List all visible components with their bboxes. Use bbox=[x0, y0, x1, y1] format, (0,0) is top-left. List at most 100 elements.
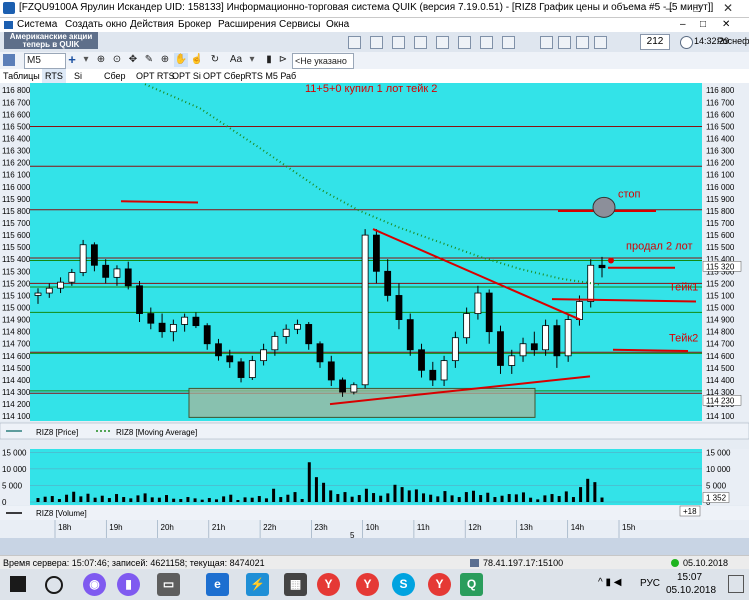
volume-tick-left: 15 000 bbox=[2, 448, 27, 457]
rotate-icon[interactable]: ↻ bbox=[208, 53, 222, 67]
volume-bar bbox=[564, 491, 568, 502]
y-tick-left: 115 600 bbox=[2, 231, 31, 240]
restore-button[interactable]: □ bbox=[683, 0, 711, 17]
hand-icon[interactable]: ✋ bbox=[174, 53, 188, 67]
notifications-icon[interactable] bbox=[728, 575, 744, 593]
menu-system[interactable]: Система bbox=[17, 18, 57, 32]
quik-taskbar-icon[interactable]: Q bbox=[460, 573, 483, 596]
tab-rts-m5[interactable]: RTS M5 Раб bbox=[245, 69, 296, 83]
network-icon bbox=[470, 559, 479, 567]
candle bbox=[497, 331, 504, 366]
volume-bar bbox=[186, 497, 190, 502]
volume-bar bbox=[100, 495, 104, 502]
toolbar-trade-icon[interactable] bbox=[436, 36, 449, 49]
menu-actions[interactable]: Действия bbox=[130, 18, 174, 32]
toolbar-stop-icon[interactable] bbox=[458, 36, 471, 49]
crosshair-icon[interactable]: ⊕ bbox=[94, 53, 108, 67]
minimize-button[interactable]: – bbox=[655, 0, 683, 17]
language-indicator[interactable]: РУС bbox=[640, 578, 660, 589]
tab-opt-si[interactable]: OPT Si bbox=[172, 69, 201, 83]
y-tick-right: 114 500 bbox=[706, 364, 735, 373]
volume-bar bbox=[407, 490, 411, 502]
y-tick-left: 114 200 bbox=[2, 400, 31, 409]
candle bbox=[406, 319, 414, 351]
menu-windows[interactable]: Окна bbox=[326, 18, 349, 32]
time-tick-label: 11h bbox=[417, 523, 430, 532]
yandex-browser3-icon[interactable]: Y bbox=[428, 573, 451, 596]
tab-tables[interactable]: Таблицы bbox=[3, 69, 40, 83]
filter-funnel-icon[interactable]: ⊳ bbox=[278, 53, 288, 67]
toolbar-table-icon[interactable] bbox=[348, 36, 361, 49]
toolbar-settings-icon[interactable] bbox=[594, 36, 607, 49]
candle bbox=[271, 336, 279, 351]
toolbar-bar-chart3-icon[interactable] bbox=[576, 36, 589, 49]
windows-start-icon[interactable] bbox=[10, 576, 26, 592]
candle bbox=[57, 281, 64, 289]
task-view-icon[interactable]: ▭ bbox=[157, 573, 180, 596]
y-tick-left: 116 700 bbox=[2, 98, 31, 107]
mdi-minimize[interactable]: – bbox=[680, 18, 686, 32]
add-dropdown-icon[interactable]: ▾ bbox=[82, 53, 90, 67]
volume-bar bbox=[457, 497, 461, 502]
volume-bar bbox=[172, 498, 176, 502]
tray-icons[interactable]: ^ ▮ ◀ bbox=[598, 577, 621, 588]
menu-extensions[interactable]: Расширения bbox=[218, 18, 276, 32]
menu-new-window[interactable]: Создать окно bbox=[65, 18, 127, 32]
cortana-icon[interactable]: ◉ bbox=[83, 573, 106, 596]
edge-icon[interactable]: e bbox=[206, 573, 229, 596]
volume-bar bbox=[157, 497, 161, 502]
toolbar-list-icon[interactable] bbox=[392, 36, 405, 49]
microphone-icon[interactable]: ▮ bbox=[117, 573, 140, 596]
volume-bar bbox=[86, 493, 90, 502]
tab-opt-rts[interactable]: OPT RTS bbox=[136, 69, 175, 83]
store-icon[interactable]: ⚡ bbox=[246, 573, 269, 596]
toolbar-bar-chart-icon[interactable] bbox=[540, 36, 553, 49]
brush-icon[interactable]: ▮ bbox=[262, 53, 276, 67]
tab-rts[interactable]: RTS bbox=[42, 69, 66, 83]
toolbar-grid-icon[interactable] bbox=[370, 36, 383, 49]
toolbar-chart-icon[interactable] bbox=[502, 36, 515, 49]
menu-services[interactable]: Сервисы bbox=[279, 18, 320, 32]
calculator-icon[interactable]: ▦ bbox=[284, 573, 307, 596]
y-tick-right: 115 700 bbox=[706, 219, 735, 228]
yandex-browser2-icon[interactable]: Y bbox=[356, 573, 379, 596]
chart-window: 116 800 116 800 116 700 116 700 116 600 116 6… bbox=[0, 83, 749, 538]
tab-si[interactable]: Si bbox=[74, 69, 82, 83]
tab-opt-sber[interactable]: OPT Сбер bbox=[203, 69, 245, 83]
target-icon[interactable]: ⊙ bbox=[110, 53, 124, 67]
font-dropdown-icon[interactable]: ▾ bbox=[248, 53, 256, 67]
mdi-restore[interactable]: □ bbox=[700, 18, 706, 32]
mdi-icon bbox=[4, 21, 13, 29]
font-button[interactable]: Aa bbox=[226, 53, 246, 67]
toolbar-bar-chart2-icon[interactable] bbox=[558, 36, 571, 49]
time-tick-label: 19h bbox=[109, 523, 122, 532]
menu-broker[interactable]: Брокер bbox=[178, 18, 211, 32]
zoom-label: +18 bbox=[683, 507, 697, 516]
add-indicator-button[interactable]: + bbox=[64, 53, 80, 67]
search-icon[interactable] bbox=[45, 576, 63, 594]
yandex-browser-icon[interactable]: Y bbox=[317, 573, 340, 596]
interval-select[interactable]: M5 bbox=[24, 53, 66, 69]
candle bbox=[215, 343, 222, 357]
tab-sber[interactable]: Сбер bbox=[104, 69, 126, 83]
volume-bar bbox=[264, 498, 268, 502]
volume-bar bbox=[57, 499, 61, 502]
drag-icon[interactable]: ☝ bbox=[190, 53, 204, 67]
ad-banner[interactable]: Американские акции теперь в QUIK bbox=[4, 32, 98, 49]
pencil-icon[interactable]: ✎ bbox=[142, 53, 156, 67]
account-filter-select[interactable]: <Не указано bbox=[292, 53, 354, 69]
mdi-close[interactable]: ✕ bbox=[722, 18, 730, 32]
toolbar-news-icon[interactable] bbox=[480, 36, 493, 49]
skype-icon[interactable]: S bbox=[392, 573, 415, 596]
volume-bar bbox=[93, 497, 97, 502]
candle bbox=[361, 234, 369, 386]
move-icon[interactable]: ✥ bbox=[126, 53, 140, 67]
y-tick-right: 116 100 bbox=[706, 171, 735, 180]
chart-canvas[interactable]: 116 800 116 800 116 700 116 700 116 600 116 6… bbox=[0, 83, 749, 538]
toolbar-order-icon[interactable] bbox=[414, 36, 427, 49]
close-button[interactable]: ✕ bbox=[714, 0, 742, 17]
stop-circle-marker bbox=[592, 196, 616, 218]
candle bbox=[395, 295, 403, 320]
zoom-in-icon[interactable]: ⊕ bbox=[158, 53, 172, 67]
y-tick-left: 115 200 bbox=[2, 279, 31, 288]
